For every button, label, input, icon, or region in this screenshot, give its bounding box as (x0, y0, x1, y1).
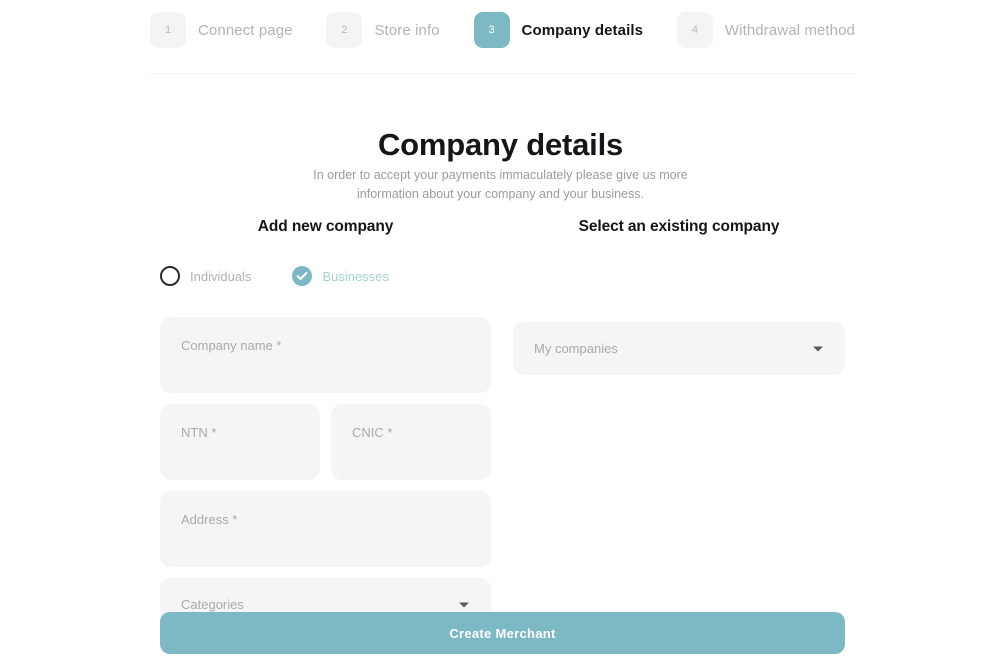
header-divider (150, 73, 855, 74)
company-name-placeholder: Company name * (181, 338, 282, 353)
my-companies-placeholder: My companies (534, 341, 618, 356)
ntn-input[interactable]: NTN * (160, 404, 320, 480)
page-subtitle: In order to accept your payments immacul… (313, 167, 688, 201)
select-existing-company-panel: Select an existing company My companies (513, 218, 845, 375)
step-withdrawal-method[interactable]: 4 Withdrawal method (676, 12, 855, 48)
radio-label-individuals: Individuals (190, 268, 252, 284)
step-label: Connect page (198, 21, 293, 39)
step-label: Store info (374, 21, 440, 39)
radio-unchecked-icon (160, 266, 180, 286)
radio-label-businesses: Businesses (322, 268, 389, 284)
cnic-input[interactable]: CNIC * (331, 404, 491, 480)
address-input[interactable]: Address * (160, 491, 491, 567)
step-label: Company details (521, 21, 644, 39)
chevron-down-icon (813, 346, 823, 351)
page-title: Company details (377, 126, 624, 162)
chevron-down-icon (459, 602, 469, 607)
categories-placeholder: Categories (181, 597, 244, 612)
ntn-cnic-row: NTN * CNIC * (160, 404, 491, 480)
radio-checked-icon (292, 266, 313, 286)
step-number-badge: 4 (676, 12, 713, 48)
step-company-details[interactable]: 3 Company details (473, 12, 644, 48)
select-existing-company-heading: Select an existing company (578, 218, 780, 235)
ntn-placeholder: NTN * (181, 425, 217, 440)
my-companies-select[interactable]: My companies (513, 322, 845, 375)
step-connect-page[interactable]: 1 Connect page (150, 12, 293, 48)
add-new-company-panel: Add new company Individuals Businesses C… (160, 218, 491, 631)
step-number-badge: 1 (150, 12, 186, 48)
step-number-badge: 3 (473, 12, 510, 48)
company-type-radio-group: Individuals Businesses (160, 266, 491, 286)
add-new-company-heading: Add new company (257, 218, 394, 235)
radio-option-individuals[interactable]: Individuals (160, 266, 251, 286)
create-merchant-button[interactable]: Create Merchant (160, 612, 845, 654)
progress-stepper: 1 Connect page 2 Store info 3 Company de… (150, 0, 855, 60)
radio-option-businesses[interactable]: Businesses (292, 266, 389, 286)
step-number-badge: 2 (326, 12, 363, 48)
company-name-input[interactable]: Company name * (160, 317, 491, 393)
address-placeholder: Address * (181, 512, 238, 527)
cnic-placeholder: CNIC * (352, 425, 393, 440)
step-label: Withdrawal method (724, 21, 855, 39)
step-store-info[interactable]: 2 Store info (326, 12, 440, 48)
